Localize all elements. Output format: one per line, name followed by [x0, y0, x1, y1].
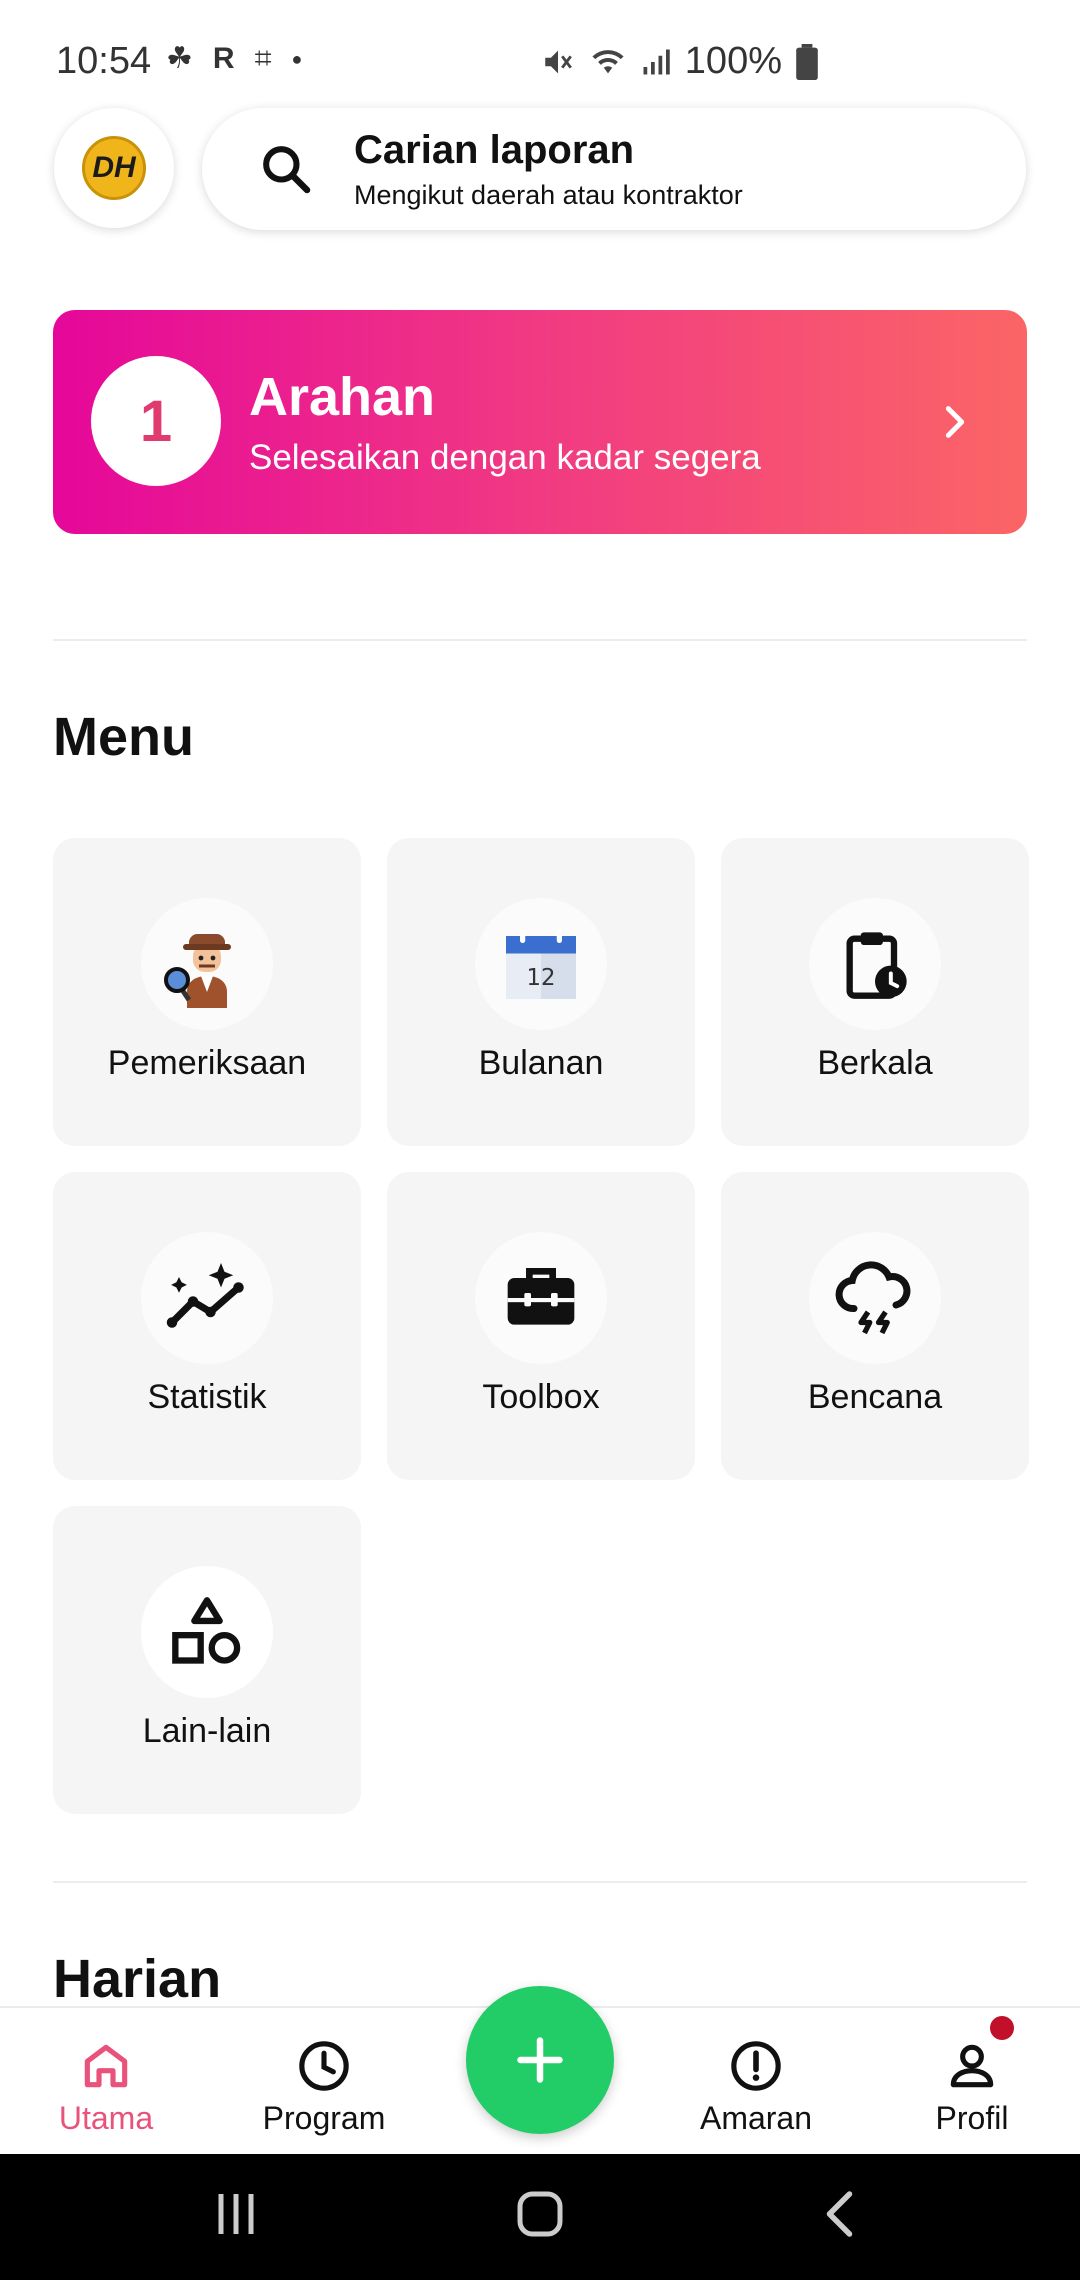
menu-item-label: Lain-lain: [142, 1712, 272, 1750]
banner-count-badge: 1: [91, 356, 221, 486]
menu-item-statistik[interactable]: Statistik: [53, 1172, 361, 1480]
chevron-right-icon: [945, 406, 965, 438]
menu-item-label: Berkala: [817, 1044, 933, 1082]
dot-icon: ●: [291, 49, 303, 69]
home-button-icon[interactable]: [510, 2184, 570, 2244]
slack-icon: ⌗: [254, 42, 272, 75]
banner-title: Arahan: [249, 367, 436, 427]
menu-item-lain-lain[interactable]: Lain-lain: [53, 1506, 361, 1814]
menu-item-toolbox[interactable]: Toolbox: [387, 1172, 695, 1480]
chart-sparkle-icon: [141, 1232, 273, 1364]
status-system-icons: 100%: [541, 40, 818, 83]
wifi-icon: [592, 49, 624, 73]
menu-section-title: Menu: [53, 707, 194, 767]
status-notification-icons: ☘ R ⌗ ●: [166, 44, 302, 74]
recent-apps-icon[interactable]: [206, 2184, 266, 2244]
menu-item-label: Statistik: [147, 1378, 267, 1416]
shapes-icon: [141, 1566, 273, 1698]
search-subtitle: Mengikut daerah atau kontraktor: [354, 180, 743, 210]
inspector-icon: [141, 898, 273, 1030]
status-bar: 10:54 ☘ R ⌗ ● 100%: [0, 0, 1080, 120]
menu-item-pemeriksaan[interactable]: Pemeriksaan: [53, 838, 361, 1146]
search-title: Carian laporan: [354, 128, 635, 172]
menu-item-bencana[interactable]: Bencana: [721, 1172, 1029, 1480]
notification-badge: [990, 2016, 1014, 2040]
banner-subtitle: Selesaikan dengan kadar segera: [249, 438, 761, 477]
avatar[interactable]: DH: [54, 108, 174, 228]
menu-item-label: Bencana: [807, 1378, 943, 1416]
clipboard-clock-icon: [809, 898, 941, 1030]
back-icon[interactable]: [812, 2184, 872, 2244]
divider: [53, 1881, 1027, 1883]
organization-logo: DH: [82, 136, 146, 200]
nav-label: Utama: [58, 2100, 154, 2136]
instruction-banner[interactable]: 1 Arahan Selesaikan dengan kadar segera: [53, 310, 1027, 534]
nav-item-profil[interactable]: Profil: [872, 2008, 1072, 2156]
battery-icon: [796, 43, 818, 80]
battery-level: 100%: [684, 40, 782, 82]
search-input[interactable]: Carian laporan Mengikut daerah atau kont…: [202, 108, 1026, 230]
notification-icon: ☘: [166, 42, 193, 75]
menu-item-label: Toolbox: [482, 1378, 600, 1416]
calendar-day: 12: [527, 965, 556, 991]
mute-icon: [545, 50, 572, 73]
nav-item-program[interactable]: Program: [224, 2008, 424, 2156]
nav-label: Program: [262, 2100, 386, 2136]
calendar-icon: 12: [475, 898, 607, 1030]
nav-item-amaran[interactable]: Amaran: [656, 2008, 856, 2156]
banner-count: 1: [139, 388, 173, 454]
harian-section-title: Harian: [53, 1949, 222, 2009]
person-icon: [950, 2044, 994, 2088]
r-app-icon: R: [212, 42, 235, 75]
menu-item-bulanan[interactable]: 12 Bulanan: [387, 838, 695, 1146]
menu-item-berkala[interactable]: Berkala: [721, 838, 1029, 1146]
add-button[interactable]: [466, 1986, 614, 2134]
clock-icon: [299, 2041, 349, 2091]
system-navigation-bar: [0, 2154, 1080, 2280]
search-icon: [263, 146, 311, 194]
signal-icon: [643, 49, 670, 74]
toolbox-icon: [475, 1232, 607, 1364]
nav-item-utama[interactable]: Utama: [6, 2008, 206, 2156]
status-time: 10:54: [56, 40, 152, 82]
divider: [53, 639, 1027, 641]
storm-icon: [809, 1232, 941, 1364]
menu-item-label: Pemeriksaan: [107, 1044, 307, 1082]
nav-label: Amaran: [699, 2100, 813, 2136]
menu-item-label: Bulanan: [478, 1044, 604, 1082]
home-icon: [84, 2044, 128, 2088]
nav-label: Profil: [935, 2100, 1009, 2136]
plus-icon: [517, 2037, 563, 2083]
alert-icon: [731, 2041, 781, 2091]
